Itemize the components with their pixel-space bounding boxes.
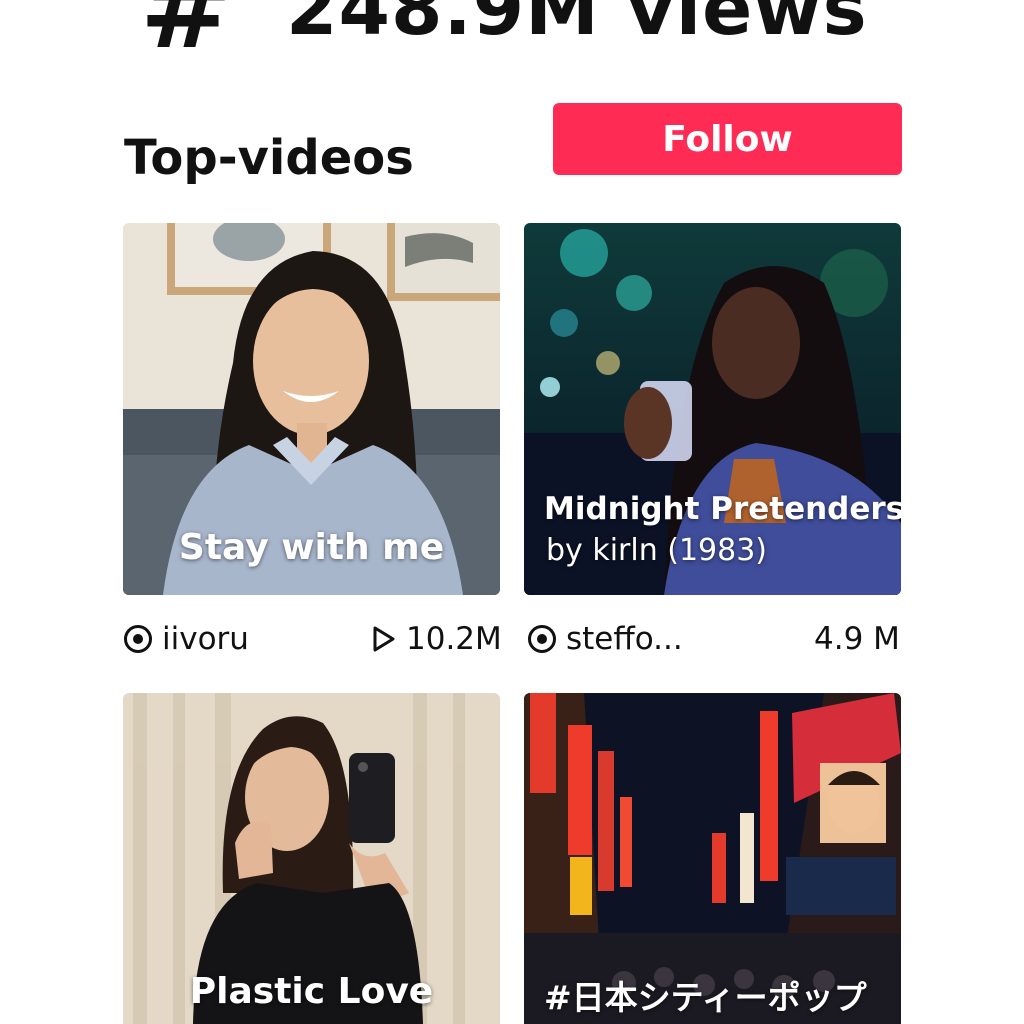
- hashtag-page: # 248.9M views Top-videos Follow Stay wi…: [0, 0, 1024, 1024]
- follow-button[interactable]: Follow: [553, 103, 902, 175]
- video-2-plays: 4.9 M: [814, 619, 900, 659]
- video-1-author[interactable]: iivoru: [124, 619, 249, 659]
- video-card-4[interactable]: #日本シティーポップ: [524, 693, 901, 1024]
- video-card-2[interactable]: Midnight Pretenders by kirln (1983): [524, 223, 901, 595]
- video-caption-3: Plastic Love: [189, 971, 434, 1012]
- video-caption-2-subtitle: by kirln (1983): [546, 533, 768, 568]
- video-2-username: steffo...: [566, 621, 683, 657]
- video-caption-4: #日本シティーポップ: [544, 978, 867, 1017]
- video-card-1[interactable]: Stay with me: [123, 223, 500, 595]
- video-caption-2-title: Midnight Pretenders: [544, 491, 901, 527]
- user-icon: [124, 625, 152, 653]
- section-title: Top-videos: [124, 130, 414, 186]
- video-1-username: iivoru: [162, 621, 249, 657]
- video-1-plays: 10.2M: [372, 619, 502, 659]
- video-caption-1: Stay with me: [178, 527, 445, 568]
- hashtag-icon: #: [140, 0, 233, 73]
- views-count: 248.9M views: [286, 0, 868, 52]
- video-1-play-count: 10.2M: [406, 621, 502, 657]
- user-icon: [528, 625, 556, 653]
- video-card-3[interactable]: Plastic Love: [123, 693, 500, 1024]
- play-icon: [373, 626, 395, 652]
- video-2-play-count: 4.9 M: [814, 621, 900, 657]
- video-2-author[interactable]: steffo...: [528, 619, 683, 659]
